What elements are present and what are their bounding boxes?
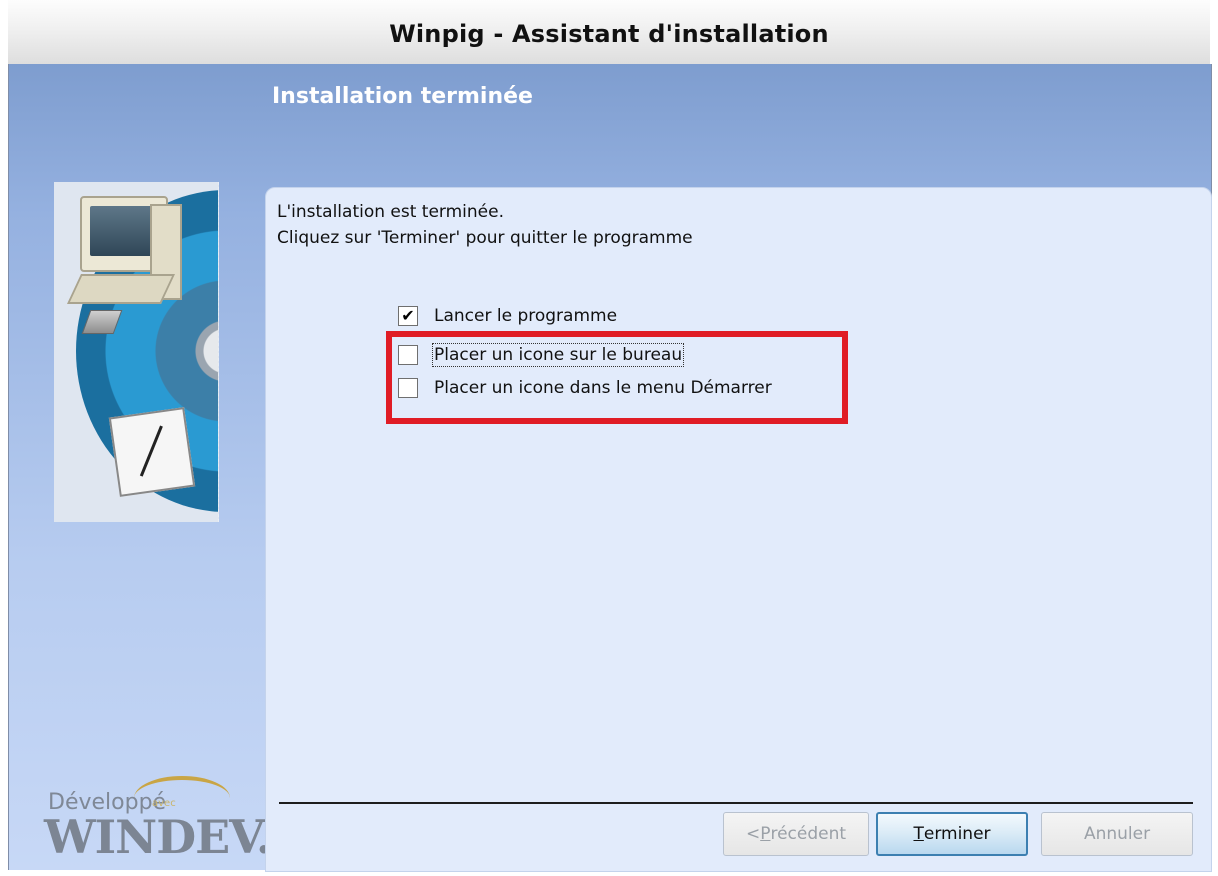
previous-button[interactable]: < Précédent bbox=[723, 812, 869, 856]
option-launch-program[interactable]: ✔ Lancer le programme bbox=[398, 305, 617, 327]
instruction-message: Cliquez sur 'Terminer' pour quitter le p… bbox=[277, 228, 693, 248]
window-title: Winpig - Assistant d'installation bbox=[389, 20, 829, 48]
button-separator bbox=[279, 802, 1193, 804]
launch-program-label: Lancer le programme bbox=[434, 306, 618, 326]
page-title: Installation terminée bbox=[272, 84, 533, 109]
installer-window: Winpig - Assistant d'installation Instal… bbox=[0, 0, 1218, 876]
keyboard-image bbox=[67, 274, 175, 304]
launch-program-checkbox[interactable]: ✔ bbox=[398, 306, 418, 326]
title-bar[interactable]: Winpig - Assistant d'installation bbox=[8, 0, 1210, 65]
setup-illustration bbox=[54, 182, 219, 522]
windev-logo: WINDEV. bbox=[44, 810, 272, 864]
cancel-button[interactable]: Annuler bbox=[1041, 812, 1193, 856]
highlight-box bbox=[386, 331, 848, 424]
finish-button[interactable]: Terminer bbox=[876, 812, 1028, 856]
edit-icon bbox=[108, 407, 196, 497]
logo-avec-text: avec bbox=[152, 798, 176, 809]
completion-message: L'installation est terminée. bbox=[277, 202, 504, 222]
content-panel bbox=[265, 187, 1212, 872]
